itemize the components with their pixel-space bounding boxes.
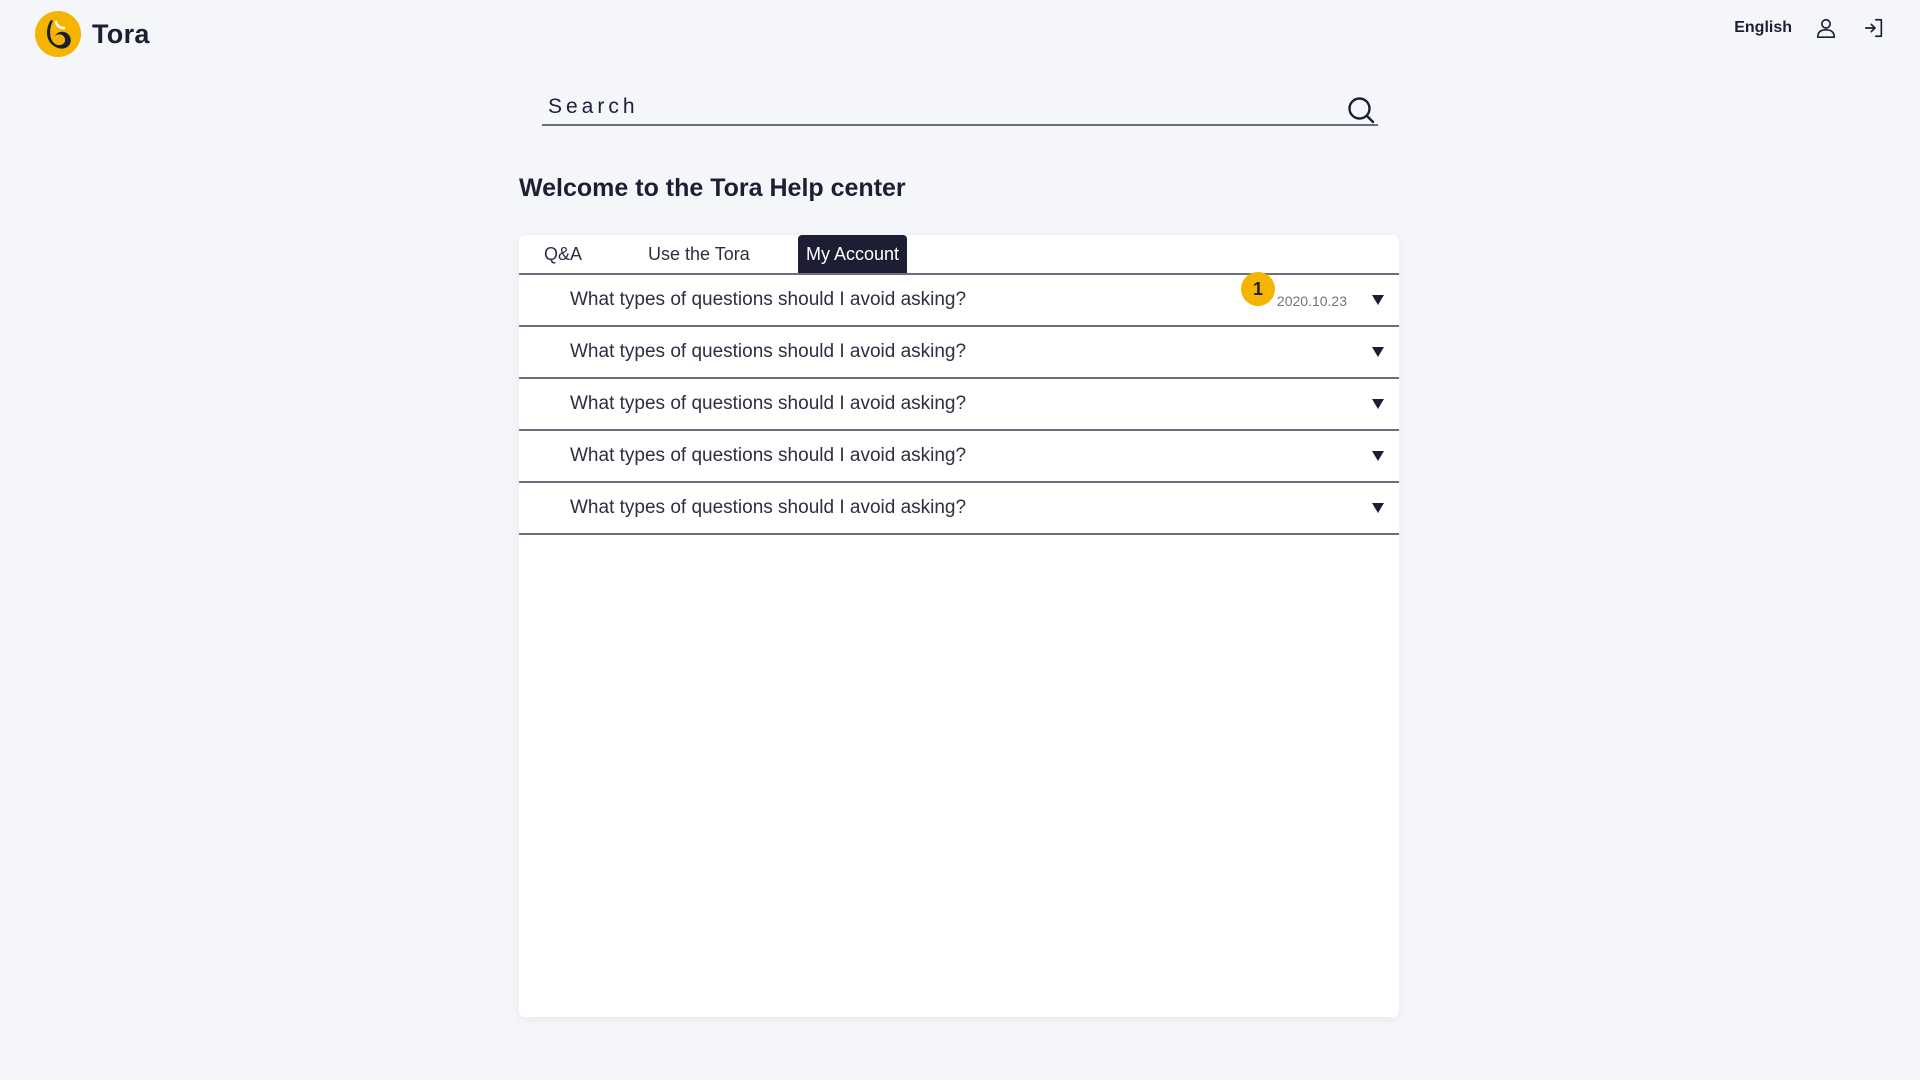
help-content-card: Q&A Use the Tora My Account What types o…	[519, 235, 1399, 1017]
faq-item[interactable]: What types of questions should I avoid a…	[519, 483, 1399, 535]
faq-item[interactable]: What types of questions should I avoid a…	[519, 379, 1399, 431]
search-icon[interactable]	[1346, 95, 1376, 125]
notification-badge: 1	[1241, 272, 1275, 306]
tab-qna[interactable]: Q&A	[544, 235, 582, 273]
chevron-down-icon[interactable]	[1371, 450, 1385, 462]
faq-question: What types of questions should I avoid a…	[570, 341, 967, 362]
tab-my-account[interactable]: My Account	[798, 235, 908, 273]
top-header: Tora English	[0, 0, 1920, 70]
tab-use-the-tora[interactable]: Use the Tora	[648, 235, 750, 273]
top-right-actions: English	[1734, 14, 1888, 42]
chevron-down-icon[interactable]	[1371, 294, 1385, 306]
tora-logo-icon	[35, 11, 81, 57]
chevron-down-icon[interactable]	[1371, 398, 1385, 410]
chevron-down-icon[interactable]	[1371, 346, 1385, 358]
logo[interactable]: Tora	[34, 10, 150, 58]
faq-question: What types of questions should I avoid a…	[570, 445, 967, 466]
faq-question: What types of questions should I avoid a…	[570, 289, 967, 310]
faq-item[interactable]: What types of questions should I avoid a…	[519, 327, 1399, 379]
sign-in-icon[interactable]	[1860, 14, 1888, 42]
faq-date: 2020.10.23	[1276, 293, 1347, 309]
logo-text: Tora	[92, 18, 150, 49]
search-bar	[542, 88, 1378, 126]
chevron-down-icon[interactable]	[1371, 502, 1385, 514]
language-selector[interactable]: English	[1734, 19, 1792, 37]
faq-item[interactable]: What types of questions should I avoid a…	[519, 431, 1399, 483]
faq-question: What types of questions should I avoid a…	[570, 393, 967, 414]
category-tabs: Q&A Use the Tora My Account	[519, 235, 1399, 275]
page-title: Welcome to the Tora Help center	[519, 174, 906, 202]
search-input[interactable]	[548, 92, 1308, 122]
faq-question: What types of questions should I avoid a…	[570, 497, 967, 518]
faq-item[interactable]: What types of questions should I avoid a…	[519, 272, 1399, 327]
user-icon[interactable]	[1812, 14, 1840, 42]
